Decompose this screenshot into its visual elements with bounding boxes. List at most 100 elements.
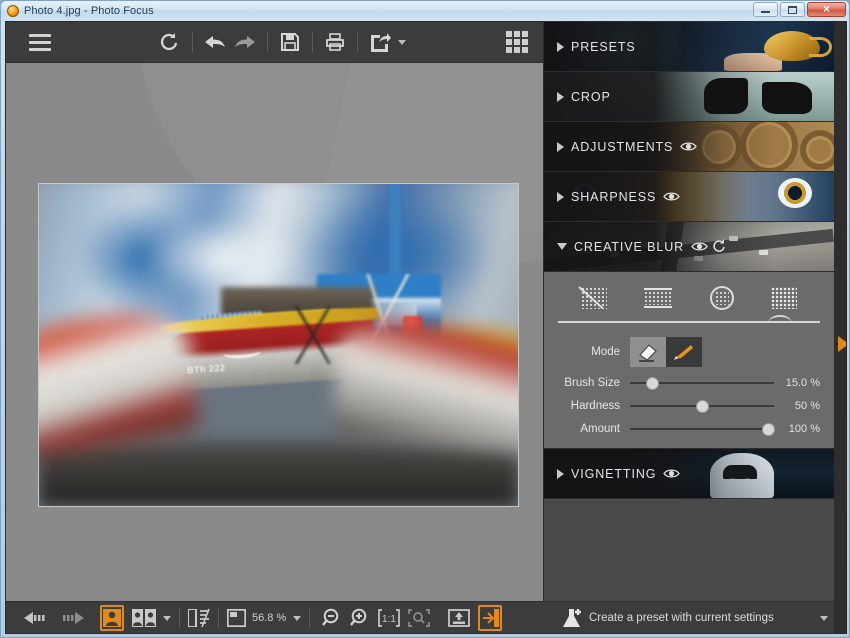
photo-image: BTh 222 [39, 184, 518, 506]
grid-view-button[interactable] [503, 28, 531, 56]
panel-crop-label: CROP [571, 89, 611, 104]
toolbar-divider [192, 32, 193, 52]
hardness-slider[interactable] [630, 399, 774, 413]
chevron-down-icon[interactable] [557, 243, 567, 250]
amount-slider-handle[interactable] [762, 422, 775, 436]
zoom-level-dropdown-caret[interactable] [293, 615, 302, 621]
blur-type-linear-button[interactable] [644, 287, 673, 309]
main-menu-button[interactable] [20, 27, 60, 57]
zoom-level-value: 56.8 % [252, 612, 287, 624]
panel-filler [544, 499, 834, 579]
amount-value: 100 % [788, 423, 820, 435]
panel-presets[interactable]: PRESETS [544, 22, 834, 72]
chevron-right-icon[interactable] [557, 141, 564, 152]
mode-buttons [630, 337, 702, 367]
zoom-out-button[interactable] [318, 605, 346, 631]
chevron-right-icon[interactable] [557, 468, 564, 479]
amount-row: Amount 100 % [544, 422, 834, 436]
panel-creative-blur-label: CREATIVE BLUR [574, 239, 685, 254]
creative-blur-visibility-eye-icon[interactable] [691, 241, 708, 252]
create-preset-label: Create a preset with current settings [589, 612, 774, 624]
panel-creative-blur[interactable]: CREATIVE BLUR [544, 222, 834, 272]
maximize-button[interactable] [780, 2, 805, 17]
panel-crop[interactable]: CROP [544, 72, 834, 122]
brush-size-slider-handle[interactable] [645, 376, 659, 390]
zoom-in-button[interactable] [346, 605, 374, 631]
sharpness-visibility-eye-icon[interactable] [663, 191, 681, 202]
zoom-fit-icon-button[interactable] [227, 605, 246, 631]
window-title: Photo 4.jpg - Photo Focus [24, 4, 154, 17]
chevron-right-icon[interactable] [557, 91, 564, 102]
hardness-value: 50 % [794, 400, 820, 412]
panel-adjustments-header: ADJUSTMENTS [544, 140, 698, 154]
share-dropdown-caret[interactable] [398, 39, 406, 45]
panel-sharpness-label: SHARPNESS [571, 189, 657, 204]
panel-vignetting[interactable]: VIGNETTING [544, 449, 834, 499]
share-button[interactable] [365, 27, 395, 57]
title-bar: Photo 4.jpg - Photo Focus ✕ [1, 1, 849, 20]
panel-sharpness-header: SHARPNESS [544, 189, 681, 204]
adjustments-visibility-eye-icon[interactable] [680, 141, 698, 152]
previous-photo-button[interactable] [20, 605, 54, 631]
mode-label: Mode [591, 346, 620, 358]
chevron-right-icon[interactable] [557, 191, 564, 202]
panel-vignetting-label: VIGNETTING [571, 466, 657, 481]
close-button[interactable]: ✕ [807, 2, 846, 17]
panel-sharpness[interactable]: SHARPNESS [544, 172, 834, 222]
svg-text:1:1: 1:1 [382, 614, 396, 625]
bottom-status-bar: 56.8 % 1:1 [6, 601, 543, 633]
compare-view-dropdown-caret[interactable] [163, 615, 171, 621]
create-preset-bar[interactable]: Create a preset with current settings [543, 601, 834, 633]
export-button[interactable] [448, 605, 471, 631]
photo-canvas[interactable]: BTh 222 [6, 63, 543, 601]
panel-collapse-handle[interactable] [838, 336, 846, 352]
blur-type-freehand-button[interactable] [771, 287, 798, 309]
hamburger-line [29, 47, 51, 51]
panel-adjustments[interactable]: ADJUSTMENTS [544, 122, 834, 172]
split-view-button[interactable] [188, 605, 210, 631]
panel-vignetting-header: VIGNETTING [544, 466, 681, 481]
blur-type-indicator [558, 315, 820, 328]
redo-button[interactable] [230, 27, 260, 57]
window-frame: Photo 4.jpg - Photo Focus ✕ BTh 222 56.8… [0, 0, 850, 638]
compare-view-button[interactable] [132, 605, 156, 631]
mode-brush-button[interactable] [666, 337, 702, 367]
blur-type-none-button[interactable] [578, 286, 607, 310]
brush-size-slider[interactable] [630, 376, 774, 390]
panel-presets-label: PRESETS [571, 39, 636, 54]
brush-size-label: Brush Size [564, 377, 620, 389]
open-in-editor-button[interactable] [478, 605, 503, 631]
single-view-button[interactable] [100, 605, 124, 631]
chevron-right-icon[interactable] [557, 41, 564, 52]
mode-eraser-button[interactable] [630, 337, 666, 367]
next-photo-button[interactable] [54, 605, 88, 631]
toolbar-divider [312, 32, 313, 52]
actual-size-button[interactable]: 1:1 [374, 605, 404, 631]
maximize-icon [788, 5, 797, 14]
status-divider [218, 608, 219, 628]
vignetting-visibility-eye-icon[interactable] [663, 468, 681, 479]
hardness-slider-handle[interactable] [696, 399, 709, 413]
panel-creative-blur-header: CREATIVE BLUR [544, 238, 727, 255]
mode-row: Mode [544, 337, 834, 367]
undo-button[interactable] [200, 27, 230, 57]
creative-blur-reset-icon[interactable] [712, 238, 727, 255]
reset-button[interactable] [155, 27, 185, 57]
blur-type-selector [544, 282, 834, 310]
minimize-button[interactable] [753, 2, 778, 17]
amount-slider[interactable] [630, 422, 775, 436]
photo-preview[interactable]: BTh 222 [38, 183, 519, 507]
creative-blur-controls: Mode Brush Size 15.0 % Hardness 50 % Amo… [544, 272, 834, 449]
status-divider [309, 608, 311, 628]
save-button[interactable] [275, 27, 305, 57]
blur-type-radial-button[interactable] [709, 286, 734, 310]
print-button[interactable] [320, 27, 350, 57]
fit-to-window-button[interactable] [404, 605, 434, 631]
create-preset-dropdown-caret[interactable] [820, 615, 828, 621]
minimize-icon [761, 11, 770, 13]
flask-plus-icon [561, 608, 583, 629]
toolbar-divider [357, 32, 358, 52]
hamburger-line [29, 40, 51, 44]
top-toolbar [6, 22, 543, 63]
hamburger-line [29, 33, 51, 37]
